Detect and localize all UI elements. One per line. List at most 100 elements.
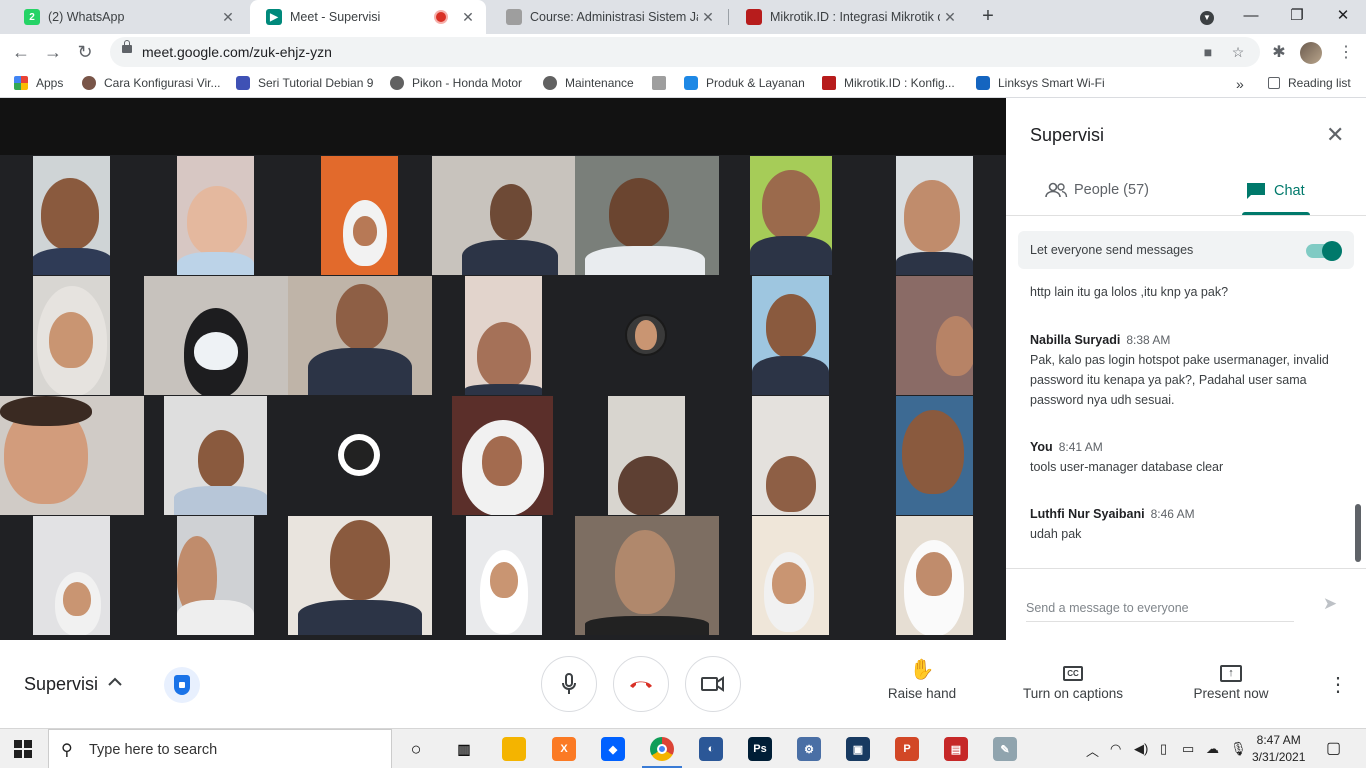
participant-tile[interactable] [288,276,432,395]
reload-button[interactable]: ↻ [72,39,98,65]
cortana-icon[interactable]: ○ [404,737,428,761]
photoshop-icon[interactable]: Ps [748,737,772,761]
reading-list-button[interactable]: Reading list [1268,76,1351,90]
more-vert-icon[interactable]: ⋮ [1328,674,1348,696]
participant-tile[interactable] [432,156,575,275]
participant-tile[interactable] [288,516,432,635]
toggle-knob[interactable] [1322,241,1342,261]
phone-link-icon[interactable]: ▯ [1160,741,1167,757]
bookmark-item[interactable]: Cara Konfigurasi Vir... [82,76,221,90]
new-tab-button[interactable]: + [976,4,1000,28]
close-tab-icon[interactable]: ✕ [458,9,478,26]
microphone-tray-icon[interactable]: 🎙 [1230,741,1247,757]
host-controls-button[interactable] [164,667,200,703]
participant-tile[interactable] [752,516,829,635]
participant-tile[interactable] [466,516,542,635]
raise-hand-button[interactable]: ✋ Raise hand [882,658,962,701]
participant-tile[interactable] [177,156,254,275]
close-panel-button[interactable]: ✕ [1326,122,1344,148]
show-hidden-icons-button[interactable]: ︿ [1086,741,1099,760]
participant-tile[interactable] [752,396,829,515]
bookmark-apps[interactable]: Apps [14,76,63,90]
present-now-button[interactable]: ↑ Present now [1186,658,1276,701]
tab-meet[interactable]: ▶ Meet - Supervisi ✕ [250,0,486,34]
restore-button[interactable]: ❐ [1274,0,1320,34]
tab-whatsapp[interactable]: 2 (2) WhatsApp ✕ [8,0,246,34]
url-text[interactable]: meet.google.com/zuk-ehjz-yzn [142,44,332,60]
participant-tile[interactable] [452,396,553,515]
task-view-icon[interactable]: ▥ [452,737,476,761]
minimize-button[interactable]: — [1228,0,1274,34]
participant-tile-avatar[interactable] [575,276,719,395]
battery-icon[interactable]: ▭ [1182,741,1194,757]
wifi-icon[interactable]: ◠ [1110,741,1121,757]
bookmark-item[interactable]: Seri Tutorial Debian 9 [236,76,373,90]
participant-tile[interactable] [321,156,398,275]
participant-tile[interactable] [575,156,719,275]
participant-tile[interactable] [0,396,144,515]
tab-search-button[interactable]: ▼ [1184,0,1230,34]
participant-tile[interactable] [575,516,719,635]
file-explorer-icon[interactable] [502,737,526,761]
tab-chat[interactable]: Chat [1246,182,1305,200]
network-icon[interactable]: ⚙ [797,737,821,761]
participant-tile[interactable] [33,156,110,275]
close-tab-icon[interactable]: ✕ [698,9,718,26]
start-button[interactable] [14,740,32,758]
participant-tile-avatar[interactable] [288,396,432,515]
participant-tile[interactable] [608,396,685,515]
camera-button[interactable] [685,656,741,712]
more-options-button[interactable]: ⋮ [1328,672,1348,697]
meeting-details-button[interactable] [108,674,122,692]
leave-call-button[interactable] [613,656,669,712]
onedrive-icon[interactable]: ☁ [1206,741,1219,757]
tab-mikrotik[interactable]: Mikrotik.ID : Integrasi Mikrotik de ✕ [730,0,968,34]
microphone-button[interactable] [541,656,597,712]
back-button[interactable]: ← [8,39,34,65]
bookmark-item[interactable]: Maintenance [543,76,634,90]
tab-people[interactable]: People (57) [1044,182,1149,198]
meeting-title[interactable]: Supervisi [24,674,98,695]
bookmark-item[interactable] [652,76,674,90]
xampp-icon[interactable]: X [552,737,576,761]
volume-icon[interactable]: ◀) [1134,741,1148,757]
participant-tile[interactable] [177,516,254,635]
bookmark-item[interactable]: Linksys Smart Wi-Fi [976,76,1105,90]
browser-menu-icon[interactable]: ⋮ [1334,41,1358,65]
participant-tile[interactable] [896,396,973,515]
bookmark-star-icon[interactable]: ☆ [1228,42,1248,62]
send-icon[interactable]: ➤ [1323,594,1337,613]
lock-icon[interactable] [122,40,132,53]
participant-tile[interactable] [750,156,832,275]
taskbar-search-box[interactable]: ⚲ Type here to search [48,729,392,768]
paint-icon[interactable]: ✎ [993,737,1017,761]
participant-tile[interactable] [896,276,973,395]
send-button[interactable]: ➤ [1318,594,1342,618]
participant-tile[interactable] [33,276,110,395]
close-icon[interactable]: ✕ [1326,122,1344,147]
participant-tile[interactable] [896,156,973,275]
dropbox-icon[interactable]: ◆ [601,737,625,761]
virtualbox-icon[interactable]: ▣ [846,737,870,761]
chrome-icon[interactable] [650,737,674,761]
winbox-icon[interactable]: ◐ [699,737,723,761]
camera-in-use-icon[interactable]: ■ [1198,42,1218,62]
close-window-button[interactable]: ✕ [1320,0,1366,34]
forward-button[interactable]: → [40,39,66,65]
powerpoint-icon[interactable]: P [895,737,919,761]
system-clock[interactable]: 8:47 AM 3/31/2021 [1252,732,1305,766]
cisco-icon[interactable]: ▤ [944,737,968,761]
bookmark-item[interactable]: Pikon - Honda Motor [390,76,522,90]
participant-tile[interactable] [752,276,829,395]
close-tab-icon[interactable]: ✕ [218,9,238,26]
participant-tile[interactable] [33,516,110,635]
notifications-icon[interactable]: ▢ [1326,738,1341,758]
bookmark-item[interactable]: Produk & Layanan [684,76,805,90]
close-tab-icon[interactable]: ✕ [940,9,960,26]
captions-button[interactable]: CC Turn on captions [1014,658,1132,701]
bookmarks-overflow-button[interactable]: » [1236,76,1244,92]
participant-tile[interactable] [164,396,267,515]
extensions-icon[interactable]: ✱ [1267,41,1291,65]
participant-tile[interactable] [465,276,542,395]
profile-avatar[interactable] [1300,42,1322,64]
